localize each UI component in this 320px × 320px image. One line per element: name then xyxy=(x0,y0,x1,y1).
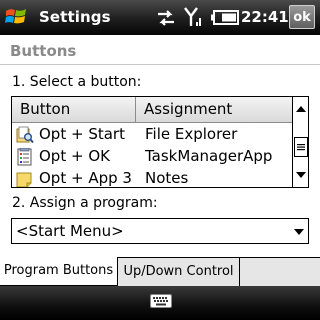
scroll-down-arrow-icon[interactable] xyxy=(293,167,309,183)
tab-strip: Program Buttons Up/Down Control xyxy=(0,257,320,286)
clock[interactable]: 22:41 xyxy=(241,8,289,26)
windows-start-icon[interactable] xyxy=(4,5,30,29)
row-assignment: TaskManagerApp xyxy=(145,147,273,165)
chevron-down-icon[interactable] xyxy=(293,227,305,237)
tab-program-buttons[interactable]: Program Buttons xyxy=(0,257,118,286)
program-select-value: <Start Menu> xyxy=(16,222,124,240)
tab-up-down-control[interactable]: Up/Down Control xyxy=(118,257,240,286)
row-assignment: File Explorer xyxy=(145,125,238,143)
title-bar: Settings 22:41 ok xyxy=(0,0,320,35)
sync-arrows-icon[interactable] xyxy=(155,8,177,28)
notes-icon xyxy=(16,172,32,187)
list-row[interactable]: Opt + OK TaskManagerApp xyxy=(12,146,292,168)
column-header-button[interactable]: Button xyxy=(12,97,136,122)
assign-program-label: 2. Assign a program: xyxy=(12,195,158,211)
list-scrollbar[interactable] xyxy=(292,97,309,187)
task-manager-icon xyxy=(17,148,32,166)
window-title: Settings xyxy=(39,8,111,26)
heading-divider xyxy=(0,64,320,65)
button-list[interactable]: Button Assignment Opt + Start File Explo… xyxy=(11,96,309,188)
list-row[interactable]: Opt + App 3 Notes xyxy=(12,168,292,187)
scroll-up-arrow-icon[interactable] xyxy=(293,101,309,117)
select-button-label: 1. Select a button: xyxy=(12,74,142,90)
keyboard-icon[interactable] xyxy=(150,294,172,308)
list-row[interactable]: Opt + Start File Explorer xyxy=(12,124,292,146)
row-button-name: Opt + App 3 xyxy=(39,169,132,187)
page-heading: Buttons xyxy=(10,42,77,60)
list-header: Button Assignment xyxy=(12,97,292,123)
row-button-name: Opt + Start xyxy=(39,125,125,143)
scrollbar-thumb[interactable] xyxy=(294,137,308,157)
column-header-assignment[interactable]: Assignment xyxy=(136,97,292,122)
file-explorer-icon xyxy=(16,126,34,144)
ok-button[interactable]: ok xyxy=(289,5,315,29)
signal-strength-icon[interactable] xyxy=(183,6,203,28)
battery-icon[interactable] xyxy=(211,10,239,25)
program-select[interactable]: <Start Menu> xyxy=(11,218,309,244)
row-assignment: Notes xyxy=(145,169,189,187)
grip-lines-icon xyxy=(297,144,305,151)
row-button-name: Opt + OK xyxy=(39,147,110,165)
